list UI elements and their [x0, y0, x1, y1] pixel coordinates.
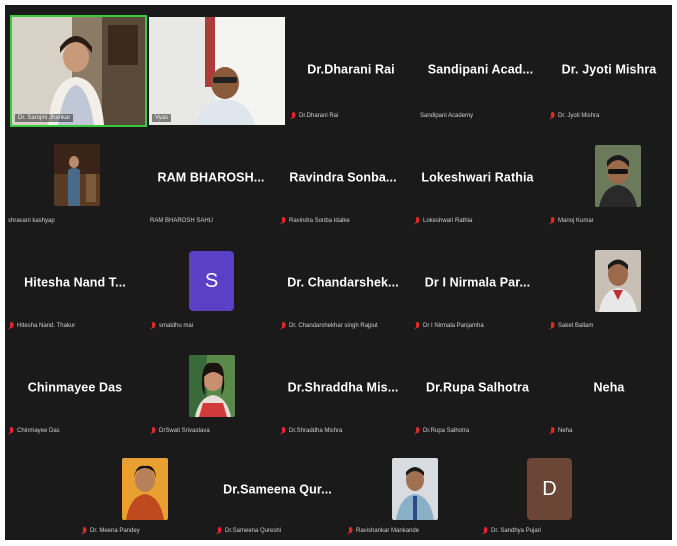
profile-picture	[595, 250, 641, 312]
video-tile[interactable]: Vyas	[149, 17, 285, 125]
participant-display-name: Dr. Jyoti Mishra	[561, 62, 657, 77]
muted-mic-icon	[280, 322, 287, 331]
participant-name-label: Dr.Rupa Salhotra	[414, 426, 473, 437]
muted-mic-icon	[414, 427, 421, 436]
participant-tile[interactable]: S smaldhu mai	[147, 232, 275, 335]
participant-display-name: Hitesha Nand T...	[24, 275, 126, 290]
participant-display-name: Dr.Sameena Qur...	[223, 482, 332, 497]
participant-tile[interactable]: RAM BHAROSH... RAM BHAROSH SAHU	[147, 127, 275, 230]
participant-display-name: Dr.Rupa Salhotra	[425, 380, 529, 395]
participant-tile[interactable]: Dr.Dharani Rai Dr.Dharani Rai	[287, 17, 415, 125]
speaker-video-frame	[12, 17, 145, 125]
muted-mic-icon	[549, 112, 556, 121]
participant-tile[interactable]: Dr. Jyoti Mishra Dr. Jyoti Mishra	[546, 17, 672, 125]
participant-tile[interactable]: Ravishankar Mankande	[344, 442, 477, 540]
muted-mic-icon	[290, 112, 297, 121]
participant-tile[interactable]: Ravindra Sonba... Ravindra Sonba Idalke	[277, 127, 409, 230]
participant-display-name: Ravindra Sonba...	[289, 170, 397, 185]
muted-mic-icon	[81, 527, 88, 536]
muted-mic-icon	[280, 427, 287, 436]
participant-tile[interactable]: Sandipani Acad... Sandipani Academy	[417, 17, 544, 125]
participant-display-name: Lokeshwari Rathia	[421, 170, 534, 185]
participant-tile[interactable]: Dr. Meena Pandey	[78, 442, 211, 540]
participant-name-label: Dr I Nirmala Panjamha	[414, 321, 488, 332]
participant-name-label: Chinmayee Das	[8, 426, 64, 437]
meeting-gallery-view: Dr. Sarojini Jhankar Vyas Dr.Dharani Rai…	[5, 5, 672, 540]
participant-name-label: smaldhu mai	[150, 321, 197, 332]
participant-name-label: Dr. Chandarshekhar singh Rajput	[280, 321, 382, 332]
participant-name-label: Vyas	[152, 114, 172, 122]
participant-video: Dr. Sarojini Jhankar	[12, 17, 145, 125]
participant-tile[interactable]: Dr I Nirmala Par... Dr I Nirmala Panjamh…	[411, 232, 544, 335]
participant-tile[interactable]: Neha Neha	[546, 337, 672, 440]
participant-video-frame	[149, 17, 285, 125]
participant-initial-avatar: S	[189, 251, 234, 311]
muted-mic-icon	[280, 217, 287, 226]
participant-initial-avatar: D	[527, 458, 572, 520]
participant-tile[interactable]: Saket Ballam	[546, 232, 672, 335]
participant-name-label: Lokeshwari Rathia	[414, 216, 476, 227]
participant-display-name: RAM BHAROSH...	[157, 170, 265, 185]
participant-name-label: Ravindra Sonba Idalke	[280, 216, 354, 227]
muted-mic-icon	[414, 217, 421, 226]
muted-mic-icon	[549, 217, 556, 226]
participant-name-label: Dr.Sameena Qureshi	[216, 526, 285, 537]
muted-mic-icon	[482, 527, 489, 536]
participant-tile[interactable]: Lokeshwari Rathia Lokeshwari Rathia	[411, 127, 544, 230]
profile-picture	[392, 458, 438, 520]
participant-name-label: Dr. Meena Pandey	[81, 526, 144, 537]
muted-mic-icon	[8, 322, 15, 331]
participant-name-label: Sandipani Academy	[420, 113, 474, 119]
participant-name-label: DrSwati Srivastava	[150, 426, 214, 437]
muted-mic-icon	[8, 427, 15, 436]
participant-tile[interactable]: shravani kashyap	[5, 127, 145, 230]
participant-name-label: Dr. Jyoti Mishra	[549, 111, 603, 122]
participant-display-name: Sandipani Acad...	[427, 62, 534, 77]
profile-picture	[54, 144, 100, 206]
muted-mic-icon	[216, 527, 223, 536]
muted-mic-icon	[150, 427, 157, 436]
participant-name-label: Ravishankar Mankande	[347, 526, 423, 537]
muted-mic-icon	[549, 322, 556, 331]
participant-tile[interactable]: Dr.Rupa Salhotra Dr.Rupa Salhotra	[411, 337, 544, 440]
participant-display-name: Dr.Dharani Rai	[307, 62, 395, 77]
participant-display-name: Neha	[593, 380, 625, 395]
participant-tile[interactable]: Dr.Sameena Qur... Dr.Sameena Qureshi	[213, 442, 342, 540]
participant-tile[interactable]: DrSwati Srivastava	[147, 337, 275, 440]
muted-mic-icon	[549, 427, 556, 436]
muted-mic-icon	[414, 322, 421, 331]
participant-tile[interactable]: Dr. Chandarshek... Dr. Chandarshekhar si…	[277, 232, 409, 335]
participant-tile[interactable]: Hitesha Nand T... Hitesha Nand. Thakur	[5, 232, 145, 335]
participant-name-label: Dr. Sandhya Pujari	[482, 526, 545, 537]
participant-tile[interactable]: Manoj Kumar	[546, 127, 672, 230]
participant-display-name: Chinmayee Das	[27, 380, 123, 395]
participant-name-label: Dr.Dharani Rai	[290, 111, 342, 122]
participant-name-label: Saket Ballam	[549, 321, 597, 332]
participant-name-label: Dr.Shraddha Mishra	[280, 426, 346, 437]
participant-name-label: Manoj Kumar	[549, 216, 598, 227]
participant-display-name: Dr.Shraddha Mis...	[287, 380, 399, 395]
participant-name-label: Neha	[549, 426, 576, 437]
profile-picture	[122, 458, 168, 520]
muted-mic-icon	[347, 527, 354, 536]
participant-tile[interactable]: D Dr. Sandhya Pujari	[479, 442, 616, 540]
participant-name-label: shravani kashyap	[8, 218, 55, 224]
participant-display-name: Dr I Nirmala Par...	[424, 275, 531, 290]
video-tile-active-speaker[interactable]: Dr. Sarojini Jhankar	[10, 15, 147, 127]
profile-picture	[189, 355, 235, 417]
participant-name-label: Dr. Sarojini Jhankar	[15, 114, 74, 122]
participant-display-name: Dr. Chandarshek...	[287, 275, 399, 290]
screenshot-frame: Dr. Sarojini Jhankar Vyas Dr.Dharani Rai…	[0, 0, 677, 546]
profile-picture	[595, 145, 641, 207]
participant-name-label: RAM BHAROSH SAHU	[150, 218, 214, 224]
participant-tile[interactable]: Dr.Shraddha Mis... Dr.Shraddha Mishra	[277, 337, 409, 440]
muted-mic-icon	[150, 322, 157, 331]
participant-name-label: Hitesha Nand. Thakur	[8, 321, 79, 332]
participant-tile[interactable]: Chinmayee Das Chinmayee Das	[5, 337, 145, 440]
